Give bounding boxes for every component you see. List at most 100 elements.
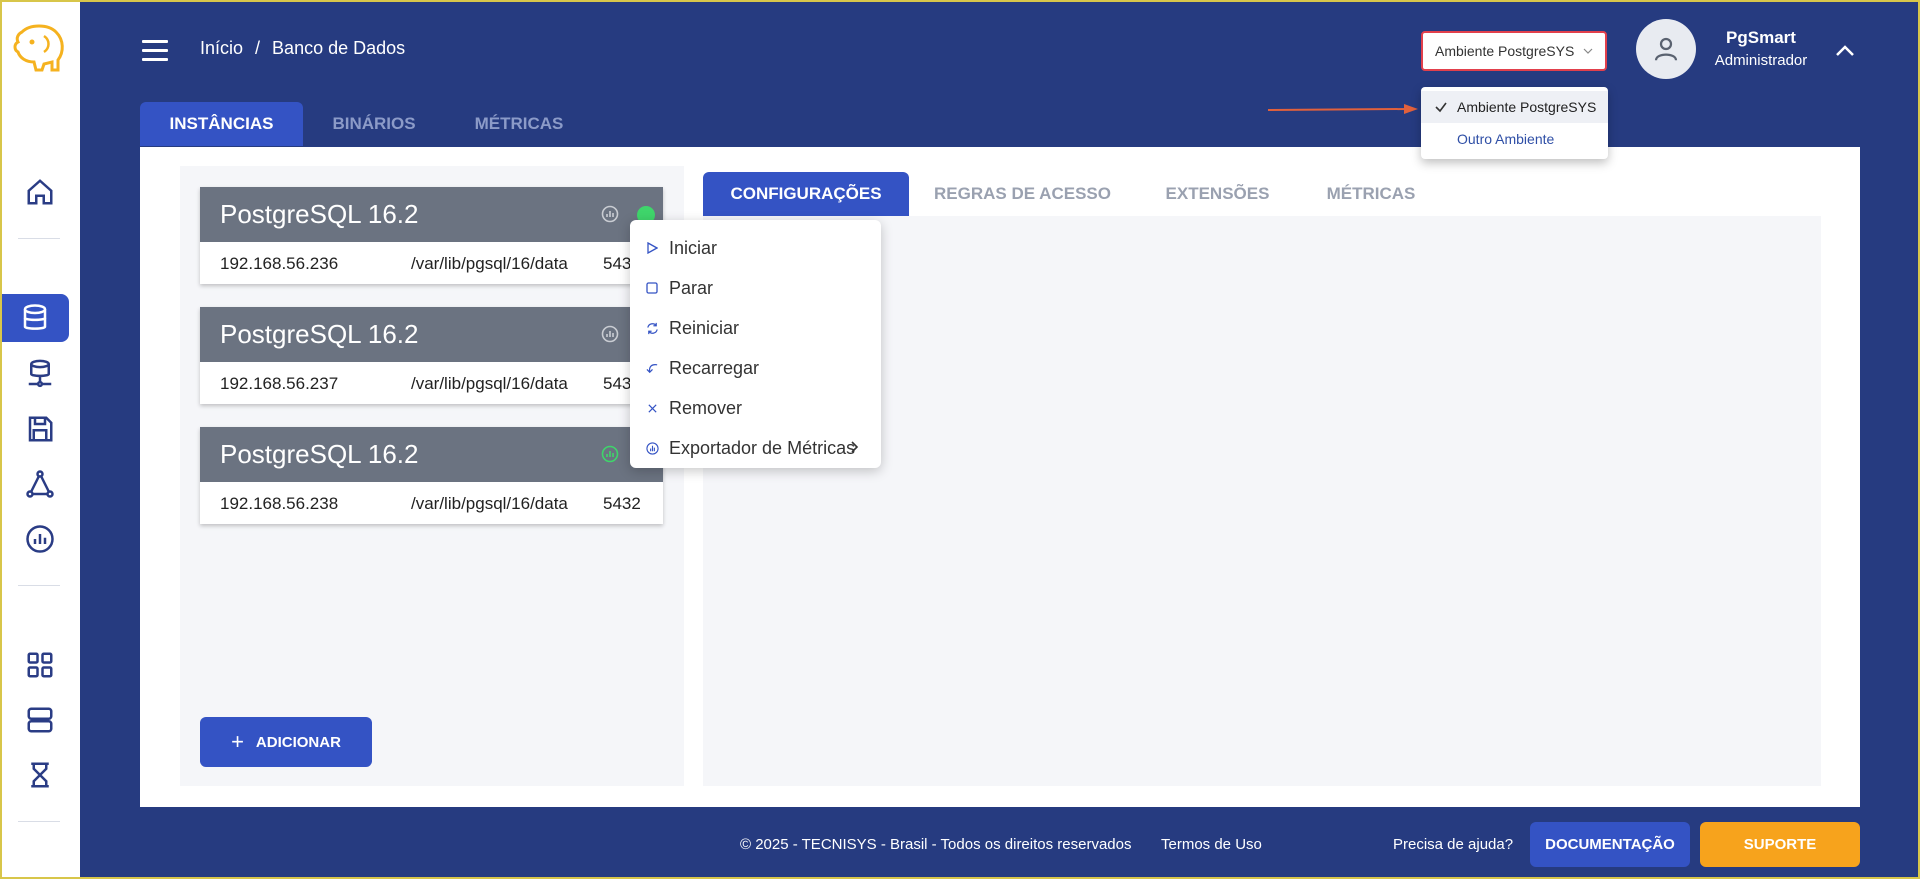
menu-item-parar[interactable]: Parar: [630, 268, 881, 308]
instance-name: PostgreSQL 16.2: [220, 199, 419, 229]
environment-option-label: Ambiente PostgreSYS: [1457, 99, 1597, 115]
user-role: Administrador: [1714, 52, 1808, 69]
close-icon: [645, 401, 659, 415]
instance-ip: 192.168.56.238: [220, 494, 339, 513]
tab-extensoes[interactable]: EXTENSÕES: [1155, 172, 1280, 216]
help-text: Precisa de ajuda?: [1393, 836, 1514, 853]
menu-item-reiniciar[interactable]: Reiniciar: [630, 308, 881, 348]
instance-ip: 192.168.56.236: [220, 254, 339, 273]
metrics-nav-button[interactable]: [10, 515, 70, 563]
instance-details: 192.168.56.238 /var/lib/pgsql/16/data 54…: [200, 482, 663, 524]
sidebar: [0, 0, 80, 879]
menu-icon[interactable]: [142, 40, 168, 62]
environment-dropdown-menu: Ambiente PostgreSYS Outro Ambiente: [1421, 87, 1608, 159]
play-icon: [645, 241, 659, 255]
chart-icon: [645, 441, 659, 455]
instance-header[interactable]: PostgreSQL 16.2: [200, 427, 663, 482]
instance-path: /var/lib/pgsql/16/data: [411, 374, 568, 393]
chevron-down-icon: [1583, 48, 1593, 54]
environment-option-label: Outro Ambiente: [1457, 131, 1555, 147]
instance-header[interactable]: PostgreSQL 16.2: [200, 307, 663, 362]
chart-icon[interactable]: [601, 325, 619, 343]
menu-item-label: Parar: [669, 277, 714, 298]
breadcrumb: Início / Banco de Dados: [200, 38, 405, 59]
menu-item-label: Recarregar: [669, 357, 760, 378]
elephant-logo-icon[interactable]: [10, 22, 68, 78]
support-button[interactable]: SUPORTE: [1700, 822, 1860, 867]
sidebar-divider: [18, 585, 60, 586]
instance-path: /var/lib/pgsql/16/data: [411, 494, 568, 513]
dashboard-nav-button[interactable]: [10, 641, 70, 689]
cluster-icon: [26, 470, 54, 498]
instance-details: 192.168.56.236 /var/lib/pgsql/16/data 54…: [200, 242, 663, 284]
add-instance-button[interactable]: + ADICIONAR: [200, 717, 372, 767]
database-icon: [23, 304, 46, 330]
chevron-right-icon: [851, 441, 859, 453]
menu-item-label: Exportador de Métricas: [669, 437, 856, 458]
server-network-icon: [28, 359, 52, 388]
instance-card[interactable]: PostgreSQL 16.2 192.168.56.237 /var/lib/…: [200, 307, 663, 404]
terms-link[interactable]: Termos de Uso: [1161, 836, 1262, 853]
database-nav-button[interactable]: [0, 294, 69, 342]
instance-port: 543: [603, 254, 632, 273]
menu-item-iniciar[interactable]: Iniciar: [630, 228, 881, 268]
chart-icon[interactable]: [601, 445, 619, 463]
environment-option[interactable]: Outro Ambiente: [1421, 123, 1608, 155]
save-nav-button[interactable]: [10, 405, 70, 453]
avatar[interactable]: [1636, 19, 1696, 79]
instance-card[interactable]: PostgreSQL 16.2 192.168.56.238 /var/lib/…: [200, 427, 663, 524]
cluster-nav-button[interactable]: [10, 460, 70, 508]
chevron-up-icon[interactable]: [1834, 40, 1856, 62]
tab-regras-de-acesso[interactable]: REGRAS DE ACESSO: [925, 172, 1120, 216]
menu-item-remover[interactable]: Remover: [630, 388, 881, 428]
chart-icon: [26, 525, 54, 553]
instance-port: 543: [603, 374, 632, 393]
instance-name: PostgreSQL 16.2: [220, 319, 419, 349]
instance-port: 5432: [603, 494, 641, 513]
documentation-button[interactable]: DOCUMENTAÇÃO: [1530, 822, 1690, 867]
instance-path: /var/lib/pgsql/16/data: [411, 254, 568, 273]
tab-configuracoes[interactable]: CONFIGURAÇÕES: [703, 172, 909, 216]
home-icon: [27, 179, 53, 205]
chart-icon[interactable]: [601, 205, 619, 223]
stop-icon: [645, 281, 659, 295]
instance-ip: 192.168.56.237: [220, 374, 339, 393]
server-network-nav-button[interactable]: [10, 350, 70, 398]
plus-icon: +: [231, 729, 244, 754]
environment-selected-label: Ambiente PostgreSYS: [1435, 43, 1575, 59]
servers-icon: [27, 707, 53, 733]
instance-header[interactable]: PostgreSQL 16.2: [200, 187, 663, 242]
menu-item-label: Iniciar: [669, 237, 718, 258]
tab-binarios[interactable]: BINÁRIOS: [313, 102, 435, 146]
add-button-label: ADICIONAR: [255, 733, 341, 751]
tab-metricas[interactable]: MÉTRICAS: [455, 102, 583, 146]
refresh-icon: [645, 321, 659, 335]
instance-context-menu: Iniciar Parar Reiniciar Recarregar Remov…: [630, 220, 881, 468]
hourglass-icon: [31, 762, 49, 788]
grid-icon: [27, 652, 53, 678]
check-icon: [1435, 102, 1447, 113]
user-icon: [1654, 37, 1678, 61]
scheduler-nav-button[interactable]: [10, 751, 70, 799]
menu-item-exportador-de-metricas[interactable]: Exportador de Métricas: [630, 428, 881, 468]
menu-item-label: Reiniciar: [669, 317, 740, 338]
instance-name: PostgreSQL 16.2: [220, 439, 419, 469]
breadcrumb-current: Banco de Dados: [272, 38, 406, 58]
user-name: PgSmart: [1726, 28, 1796, 47]
environment-option[interactable]: Ambiente PostgreSYS: [1421, 91, 1608, 123]
menu-item-recarregar[interactable]: Recarregar: [630, 348, 881, 388]
instance-card[interactable]: PostgreSQL 16.2 192.168.56.236 /var/lib/…: [200, 187, 663, 284]
tab-metricas-detalhe[interactable]: MÉTRICAS: [1315, 172, 1427, 216]
save-icon: [28, 416, 53, 442]
servers-nav-button[interactable]: [10, 696, 70, 744]
annotation-arrow: [1268, 104, 1418, 114]
sidebar-divider: [18, 238, 60, 239]
environment-select[interactable]: Ambiente PostgreSYS: [1421, 31, 1607, 71]
menu-item-label: Remover: [669, 397, 743, 418]
home-nav-button[interactable]: [10, 168, 70, 216]
tab-instancias[interactable]: INSTÂNCIAS: [140, 102, 303, 146]
reload-icon: [645, 361, 659, 375]
footer-copyright: © 2025 - TECNISYS - Brasil - Todos os di…: [740, 836, 1132, 853]
breadcrumb-separator: /: [255, 38, 261, 58]
breadcrumb-home-link[interactable]: Início: [200, 38, 243, 59]
